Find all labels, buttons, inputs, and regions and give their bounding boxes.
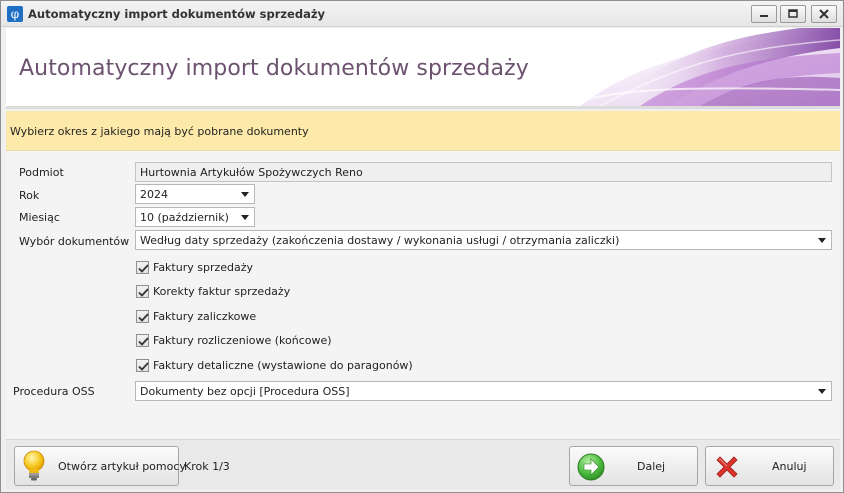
chevron-down-icon xyxy=(818,389,826,394)
minimize-icon xyxy=(760,15,768,17)
podmiot-label: Podmiot xyxy=(19,166,64,179)
banner-title: Automatyczny import dokumentów sprzedaży xyxy=(19,56,529,81)
lightbulb-icon xyxy=(23,450,45,481)
help-article-label: Otwórz artykuł pomocy xyxy=(58,460,186,473)
chevron-down-icon xyxy=(241,215,249,220)
checkbox-box[interactable] xyxy=(136,261,149,274)
checkbox-label: Faktury zaliczkowe xyxy=(153,310,257,323)
checkmark-icon xyxy=(138,264,149,273)
instruction-text: Wybierz okres z jakiego mają być pobrane… xyxy=(10,125,309,138)
cancel-button[interactable]: Anuluj xyxy=(705,446,834,486)
close-icon xyxy=(819,9,829,19)
checkbox-label: Faktury sprzedaży xyxy=(153,261,254,274)
miesiac-label: Miesiąc xyxy=(19,211,60,224)
chevron-down-icon xyxy=(818,238,826,243)
form-area: Podmiot Hurtownia Artykułów Spożywczych … xyxy=(6,151,840,439)
banner-divider xyxy=(6,106,840,109)
rok-value: 2024 xyxy=(140,188,168,201)
checkbox-label: Korekty faktur sprzedaży xyxy=(153,285,291,298)
checkmark-icon xyxy=(138,337,149,346)
window-title: Automatyczny import dokumentów sprzedaży xyxy=(28,7,326,21)
checkmark-icon xyxy=(138,313,149,322)
podmiot-value: Hurtownia Artykułów Spożywczych Reno xyxy=(140,166,363,179)
checkbox-label: Faktury detaliczne (wystawione do parago… xyxy=(153,359,413,372)
cancel-label: Anuluj xyxy=(772,460,807,473)
red-x-icon xyxy=(716,456,738,478)
oss-select[interactable]: Dokumenty bez opcji [Procedura OSS] xyxy=(135,381,832,401)
decorative-waves-graphic xyxy=(559,28,840,106)
maximize-button[interactable] xyxy=(780,5,806,23)
app-icon: φ xyxy=(7,6,23,22)
next-button[interactable]: Dalej xyxy=(569,446,698,486)
miesiac-value: 10 (październik) xyxy=(140,211,229,224)
wybor-select[interactable]: Według daty sprzedaży (zakończenia dosta… xyxy=(135,230,832,250)
checkbox-box[interactable] xyxy=(136,285,149,298)
checkmark-icon xyxy=(138,362,149,371)
next-label: Dalej xyxy=(637,460,666,473)
wybor-value: Według daty sprzedaży (zakończenia dosta… xyxy=(140,234,620,247)
rok-select[interactable]: 2024 xyxy=(135,184,255,204)
wybor-label: Wybór dokumentów xyxy=(19,235,130,248)
checkbox-box[interactable] xyxy=(136,310,149,323)
footer-bar: Otwórz artykuł pomocy Krok 1/3 Dalej Anu… xyxy=(6,439,840,489)
instruction-bar: Wybierz okres z jakiego mają być pobrane… xyxy=(6,111,840,151)
step-indicator: Krok 1/3 xyxy=(184,460,230,473)
checkmark-icon xyxy=(138,288,149,297)
help-article-button[interactable]: Otwórz artykuł pomocy xyxy=(14,446,186,486)
title-bar[interactable]: φ Automatyczny import dokumentów sprzeda… xyxy=(1,1,843,27)
header-banner: Automatyczny import dokumentów sprzedaży xyxy=(6,28,840,106)
minimize-button[interactable] xyxy=(751,5,777,23)
chevron-down-icon xyxy=(241,192,249,197)
checkbox-label: Faktury rozliczeniowe (końcowe) xyxy=(153,334,332,347)
oss-value: Dokumenty bez opcji [Procedura OSS] xyxy=(140,385,350,398)
arrow-right-icon xyxy=(577,453,605,481)
oss-label: Procedura OSS xyxy=(13,385,95,398)
dialog-window: φ Automatyczny import dokumentów sprzeda… xyxy=(0,0,844,493)
close-button[interactable] xyxy=(811,5,837,23)
podmiot-field: Hurtownia Artykułów Spożywczych Reno xyxy=(135,162,832,182)
rok-label: Rok xyxy=(19,189,40,202)
miesiac-select[interactable]: 10 (październik) xyxy=(135,207,255,227)
checkbox-box[interactable] xyxy=(136,334,149,347)
maximize-icon xyxy=(788,9,798,18)
checkbox-box[interactable] xyxy=(136,359,149,372)
